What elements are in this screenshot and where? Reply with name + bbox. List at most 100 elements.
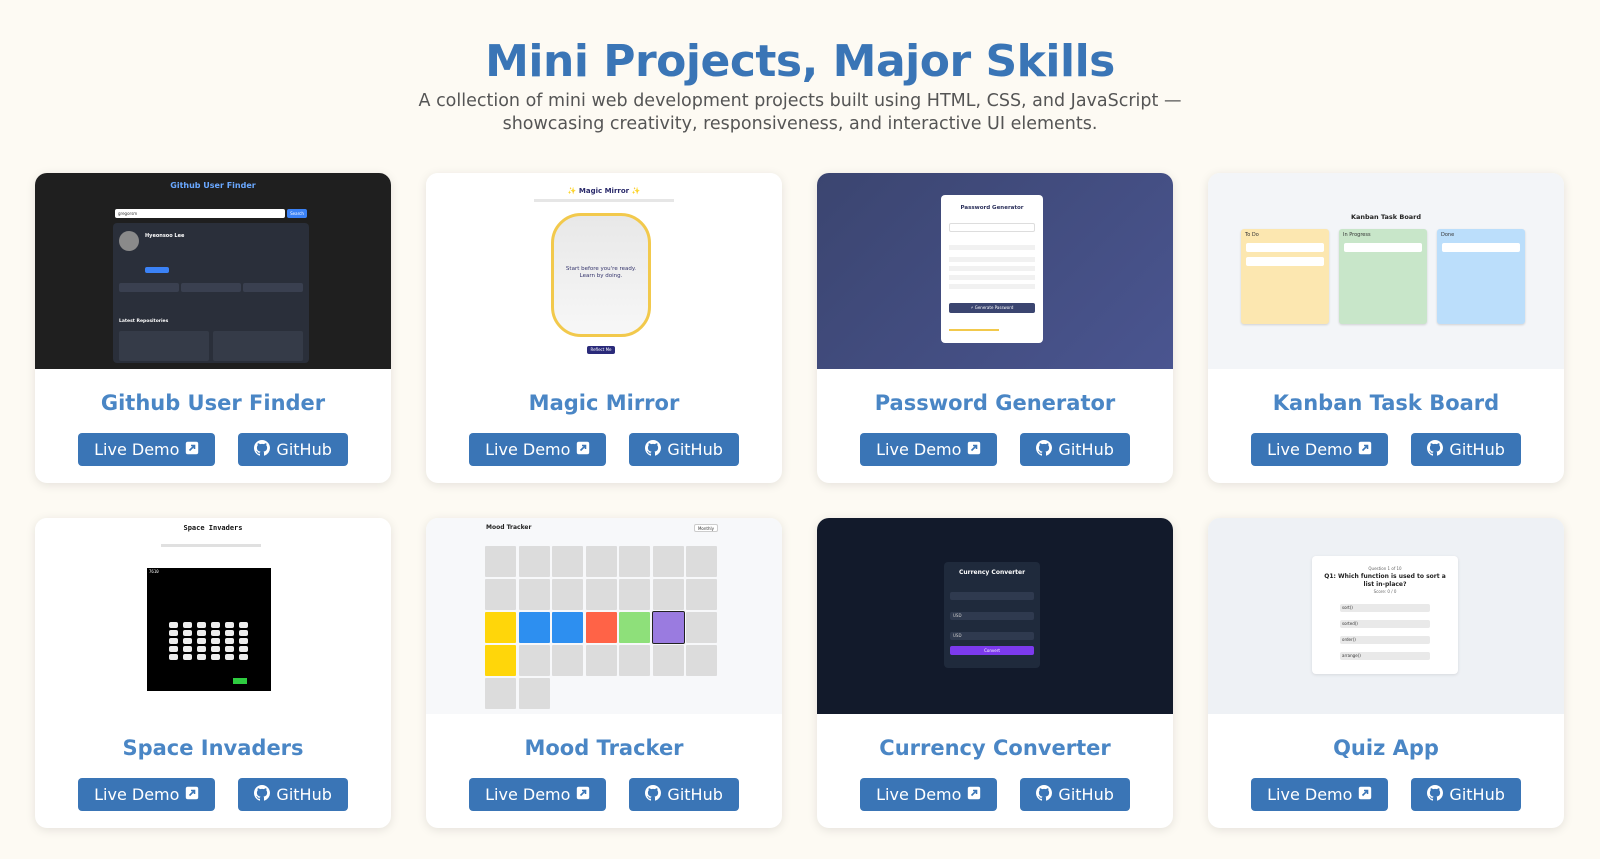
invader-sprite (211, 646, 220, 652)
project-preview[interactable]: Password Generator ⚡ Generate Password (817, 173, 1173, 369)
github-label: GitHub (276, 440, 332, 459)
github-icon (1427, 439, 1444, 460)
from-select: USD (950, 612, 1034, 620)
game-score: 7610 (149, 569, 159, 574)
github-button[interactable]: GitHub (629, 433, 739, 466)
live-demo-button[interactable]: Live Demo (78, 433, 216, 466)
mood-day-cell (652, 546, 684, 577)
mirror-frame: Start before you're ready. Learn by doin… (551, 213, 651, 337)
project-preview[interactable]: Currency Converter USD USD Convert (817, 518, 1173, 714)
preview-description (534, 199, 674, 202)
external-link-icon (576, 785, 590, 804)
live-demo-button[interactable]: Live Demo (860, 778, 998, 811)
preview-profile-card: Hyeonsoo Lee Latest Repositories (113, 223, 309, 363)
invader-sprite (239, 638, 248, 644)
github-button[interactable]: GitHub (238, 778, 348, 811)
kanban-column-todo: To Do (1241, 229, 1329, 324)
github-button[interactable]: GitHub (629, 778, 739, 811)
preview-button: Convert (950, 646, 1034, 655)
mood-day-cell (518, 645, 550, 676)
mood-day-cell (652, 579, 684, 610)
preview-user-name: Hyeonsoo Lee (145, 233, 185, 239)
invader-sprite (183, 654, 192, 660)
invader-sprite (225, 622, 234, 628)
github-button[interactable]: GitHub (1020, 778, 1130, 811)
password-panel: Password Generator ⚡ Generate Password (941, 195, 1043, 343)
mood-day-cell (619, 579, 650, 610)
preview-repo (213, 331, 303, 361)
invader-sprite (225, 638, 234, 644)
project-preview[interactable]: Github User Finder gregorsm Search Hyeon… (35, 173, 391, 369)
invader-sprite (211, 638, 220, 644)
invader-sprite (239, 622, 248, 628)
invader-sprite (197, 630, 206, 636)
mood-day-cell (686, 612, 717, 643)
invader-sprite (183, 646, 192, 652)
project-preview[interactable]: Kanban Task Board To Do In Progress Done (1208, 173, 1564, 369)
preview-option (949, 257, 1035, 262)
invader-sprite (183, 622, 192, 628)
invader-sprite (239, 646, 248, 652)
invader-sprite (239, 630, 248, 636)
preview-repo (119, 331, 209, 361)
live-demo-button[interactable]: Live Demo (1251, 433, 1389, 466)
mood-day-cell (552, 645, 583, 676)
quiz-question: Q1: Which function is used to sort a lis… (1324, 573, 1446, 588)
project-card-mood-tracker: Mood Tracker Monthly Mood Tracker Live D… (426, 518, 782, 828)
quiz-counter: Question 1 of 10 (1368, 566, 1402, 571)
project-actions: Live Demo GitHub (817, 778, 1173, 811)
live-demo-button[interactable]: Live Demo (860, 433, 998, 466)
external-link-icon (967, 440, 981, 459)
project-preview[interactable]: Mood Tracker Monthly (426, 518, 782, 714)
live-demo-button[interactable]: Live Demo (78, 778, 216, 811)
project-preview[interactable]: Question 1 of 10 Q1: Which function is u… (1208, 518, 1564, 714)
live-demo-button[interactable]: Live Demo (469, 778, 607, 811)
invader-sprite (169, 630, 178, 636)
project-title: Currency Converter (879, 736, 1111, 760)
mood-day-cell (485, 612, 516, 643)
invader-sprite (183, 630, 192, 636)
invader-sprite (211, 622, 220, 628)
avatar (119, 231, 139, 251)
github-button[interactable]: GitHub (1411, 433, 1521, 466)
quiz-option: order() (1340, 636, 1430, 644)
live-demo-button[interactable]: Live Demo (1251, 778, 1389, 811)
to-select: USD (950, 632, 1034, 640)
kanban-task (1246, 257, 1324, 266)
column-title: In Progress (1343, 232, 1371, 238)
live-demo-label: Live Demo (1267, 785, 1353, 804)
project-title: Password Generator (874, 391, 1116, 415)
github-button[interactable]: GitHub (1411, 778, 1521, 811)
mood-day-cell (552, 546, 583, 577)
project-preview[interactable]: ✨ Magic Mirror ✨ Start before you're rea… (426, 173, 782, 369)
github-button[interactable]: GitHub (1020, 433, 1130, 466)
github-button[interactable]: GitHub (238, 433, 348, 466)
preview-button: Reflect Me (587, 346, 615, 354)
kanban-task (1344, 243, 1422, 252)
project-title: Kanban Task Board (1272, 391, 1500, 415)
invader-sprite (197, 654, 206, 660)
project-preview[interactable]: Space Invaders 7610 (35, 518, 391, 714)
live-demo-button[interactable]: Live Demo (469, 433, 607, 466)
mood-day-cell (485, 645, 516, 676)
project-title: Quiz App (1333, 736, 1439, 760)
mood-day-cell (518, 579, 550, 610)
mood-day-cell (585, 645, 617, 676)
mood-day-cell (518, 546, 550, 577)
invader-sprite (225, 654, 234, 660)
mood-day-cell (652, 645, 684, 676)
preview-title: Space Invaders (183, 524, 243, 532)
invader-sprite (197, 622, 206, 628)
page-title: Mini Projects, Major Skills (485, 36, 1115, 87)
external-link-icon (185, 785, 199, 804)
player-ship (233, 678, 247, 684)
live-demo-label: Live Demo (876, 440, 962, 459)
preview-option (949, 245, 1035, 250)
project-title: Magic Mirror (528, 391, 680, 415)
github-label: GitHub (276, 785, 332, 804)
project-actions: Live Demo GitHub (817, 433, 1173, 466)
quiz-score: Score: 0 / 0 (1373, 589, 1397, 594)
invader-sprite (211, 654, 220, 660)
page-subtitle: A collection of mini web development pro… (418, 91, 1182, 134)
mood-day-cell (686, 546, 717, 577)
